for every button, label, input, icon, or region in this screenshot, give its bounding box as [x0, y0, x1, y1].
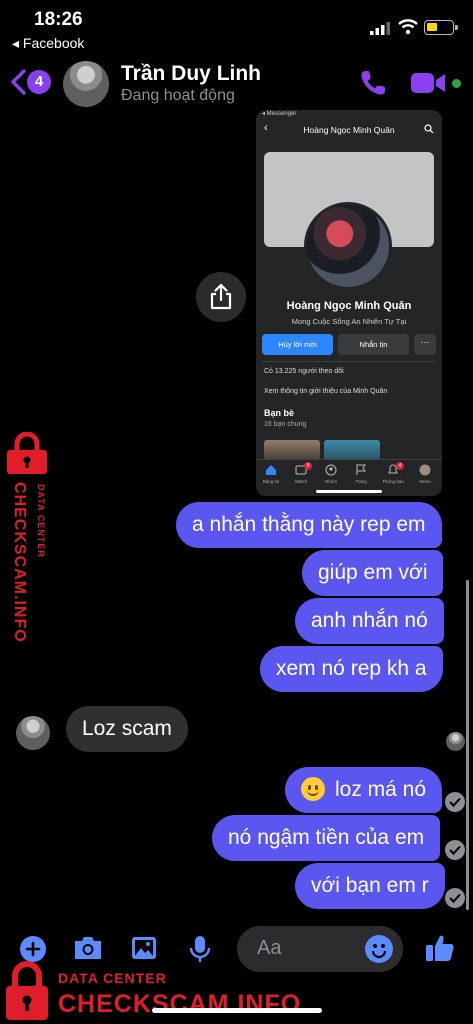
contact-name[interactable]: Trần Duy Linh — [121, 62, 261, 86]
outgoing-message[interactable]: loz má nó — [285, 767, 443, 813]
mutual-friends: 16 bạn chung — [264, 421, 307, 428]
delivered-check-icon — [445, 840, 465, 860]
about-link: Xem thông tin giới thiệu của Minh Quân — [264, 388, 388, 395]
nav-badge: 4 — [396, 462, 404, 470]
delivered-check-icon — [445, 888, 465, 908]
smiley-emoji-icon — [301, 777, 325, 801]
share-image-button[interactable] — [196, 272, 246, 322]
scrollbar[interactable] — [466, 580, 469, 910]
wifi-icon — [398, 19, 418, 35]
screenshot-title: Hoàng Ngọc Minh Quân — [303, 125, 395, 135]
delivered-check-icon — [445, 792, 465, 812]
share-icon — [210, 283, 232, 310]
nav-label: Nhóm — [324, 479, 337, 484]
profile-picture — [304, 202, 392, 290]
nav-badge: 9 — [304, 462, 312, 470]
back-to-facebook-link[interactable]: ◂ Facebook — [12, 35, 84, 52]
home-icon — [266, 465, 276, 475]
profile-bio: Mong Cuộc Sống An Nhiên Tự Tại — [291, 317, 407, 326]
more-button: ··· — [414, 334, 436, 355]
padlock-icon — [7, 432, 47, 474]
status-bar: 18:26 ◂ Facebook — [0, 0, 473, 52]
divider — [262, 361, 436, 362]
watermark-tag: DATA CENTER — [58, 970, 167, 986]
video-call-icon[interactable] — [410, 71, 446, 95]
cellular-signal-icon — [370, 22, 390, 35]
message-text: loz má nó — [335, 778, 427, 801]
followers-count: Có 13.225 người theo dõi — [264, 368, 344, 375]
bottom-watermark: DATA CENTER CHECKSCAM.INFO — [0, 958, 300, 1024]
nav-label: Menu — [419, 479, 431, 484]
nav-label: Trang — [355, 479, 367, 484]
conversation-header: 4 Trần Duy Linh Đang hoạt động — [0, 52, 473, 112]
outgoing-message[interactable]: nó ngậm tiền của em — [212, 815, 441, 861]
side-watermark: CHECKSCAM.INFO DATA CENTER — [2, 432, 52, 672]
unread-count-badge[interactable]: 4 — [27, 70, 51, 94]
nav-menu: Menu — [412, 464, 438, 484]
screenshot-home-indicator — [316, 490, 382, 493]
watermark-tag: DATA CENTER — [36, 484, 46, 558]
outgoing-message[interactable]: anh nhắn nó — [295, 598, 444, 644]
home-indicator[interactable] — [152, 1008, 322, 1013]
emoji-icon[interactable] — [365, 935, 393, 963]
friends-title: Bạn bè — [264, 408, 295, 418]
profile-name: Hoàng Ngọc Minh Quân — [286, 300, 412, 312]
sender-avatar[interactable] — [16, 716, 50, 750]
battery-icon — [424, 20, 458, 35]
message-input-placeholder: Aa — [257, 937, 282, 959]
outgoing-message[interactable]: xem nó rep kh a — [260, 646, 443, 692]
clock: 18:26 — [34, 9, 83, 30]
nav-label: Bảng tin — [262, 479, 280, 484]
menu-avatar-icon — [419, 464, 431, 476]
screenshot-search-icon — [424, 124, 434, 134]
seen-by-avatar — [446, 732, 465, 751]
shared-profile-screenshot[interactable]: ◂ Messenger ‹ Hoàng Ngọc Minh Quân Hoàng… — [256, 110, 442, 496]
groups-icon — [325, 464, 337, 476]
contact-avatar[interactable] — [63, 61, 109, 107]
watermark-brand: CHECKSCAM.INFO — [58, 990, 302, 1018]
back-chevron-icon[interactable] — [10, 69, 28, 95]
flag-icon — [356, 464, 366, 475]
phone-call-icon[interactable] — [358, 68, 388, 98]
outgoing-message[interactable]: giúp em với — [302, 550, 444, 596]
watermark-brand: CHECKSCAM.INFO — [11, 482, 28, 643]
outgoing-message[interactable]: với bạn em r — [295, 863, 445, 909]
nav-label: Thông báo — [382, 479, 404, 484]
friend-thumbnail — [264, 440, 320, 460]
friend-thumbnail — [324, 440, 380, 460]
thumbs-up-icon[interactable] — [424, 932, 456, 964]
nav-groups: Nhóm — [318, 464, 344, 484]
outgoing-message[interactable]: a nhắn thằng này rep em — [176, 502, 442, 548]
nav-label: Watch — [294, 479, 308, 484]
cancel-request-button: Hủy lời mời — [262, 334, 333, 355]
incoming-message[interactable]: Loz scam — [66, 706, 188, 752]
online-status-dot — [450, 77, 463, 90]
nav-home: Bảng tin — [258, 464, 284, 484]
nav-notifications: 4 Thông báo — [380, 462, 406, 484]
contact-status: Đang hoạt động — [121, 87, 235, 104]
padlock-icon — [6, 961, 48, 1020]
nav-watch: 9 Watch — [288, 462, 314, 484]
screenshot-status-text: ◂ Messenger — [262, 111, 297, 117]
nav-pages: Trang — [348, 464, 374, 484]
message-button: Nhắn tin — [338, 334, 409, 355]
